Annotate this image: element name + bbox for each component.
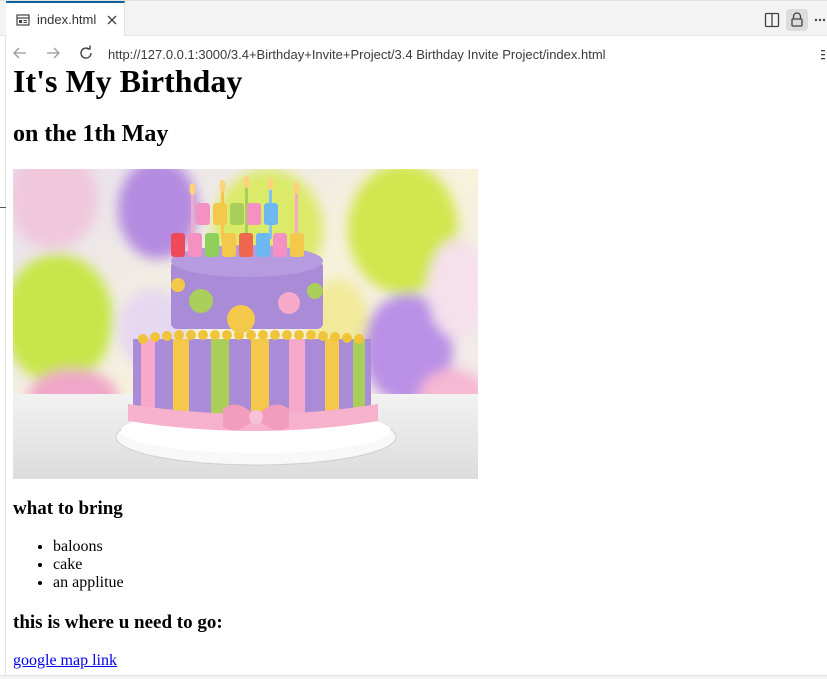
reload-icon[interactable] — [77, 44, 95, 62]
preview-icon — [16, 14, 30, 26]
lock-button[interactable] — [786, 9, 808, 31]
arrow-left-icon[interactable] — [11, 44, 29, 62]
split-editor-icon[interactable] — [762, 10, 782, 30]
birthday-cake-image — [13, 169, 478, 479]
list-item: cake — [53, 556, 124, 574]
location-heading: this is where u need to go: — [13, 612, 223, 633]
close-icon[interactable] — [104, 12, 120, 28]
page-viewport: It's My Birthday on the 1th May what to … — [6, 68, 827, 675]
page-title: It's My Birthday — [13, 68, 243, 99]
bring-list: baloons cake an applitue — [13, 538, 124, 592]
browser-preview-window: index.html http://127.0.0.1:3000/3.4+Bir… — [0, 0, 827, 679]
list-item: baloons — [53, 538, 124, 556]
bring-heading: what to bring — [13, 498, 123, 519]
nav-menu-icon[interactable] — [821, 50, 825, 60]
more-actions-icon[interactable] — [813, 10, 827, 30]
navigation-bar: http://127.0.0.1:3000/3.4+Birthday+Invit… — [0, 36, 827, 68]
tab-index-html[interactable]: index.html — [6, 1, 125, 37]
arrow-right-icon[interactable] — [44, 44, 62, 62]
lock-icon — [791, 12, 803, 27]
list-item: an applitue — [53, 574, 124, 592]
window-bottom-edge — [0, 675, 827, 679]
tab-title: index.html — [37, 12, 97, 27]
address-bar[interactable]: http://127.0.0.1:3000/3.4+Birthday+Invit… — [108, 47, 606, 62]
page-subtitle: on the 1th May — [13, 121, 169, 147]
tab-bar: index.html — [0, 0, 827, 37]
map-link[interactable]: google map link — [13, 652, 117, 670]
